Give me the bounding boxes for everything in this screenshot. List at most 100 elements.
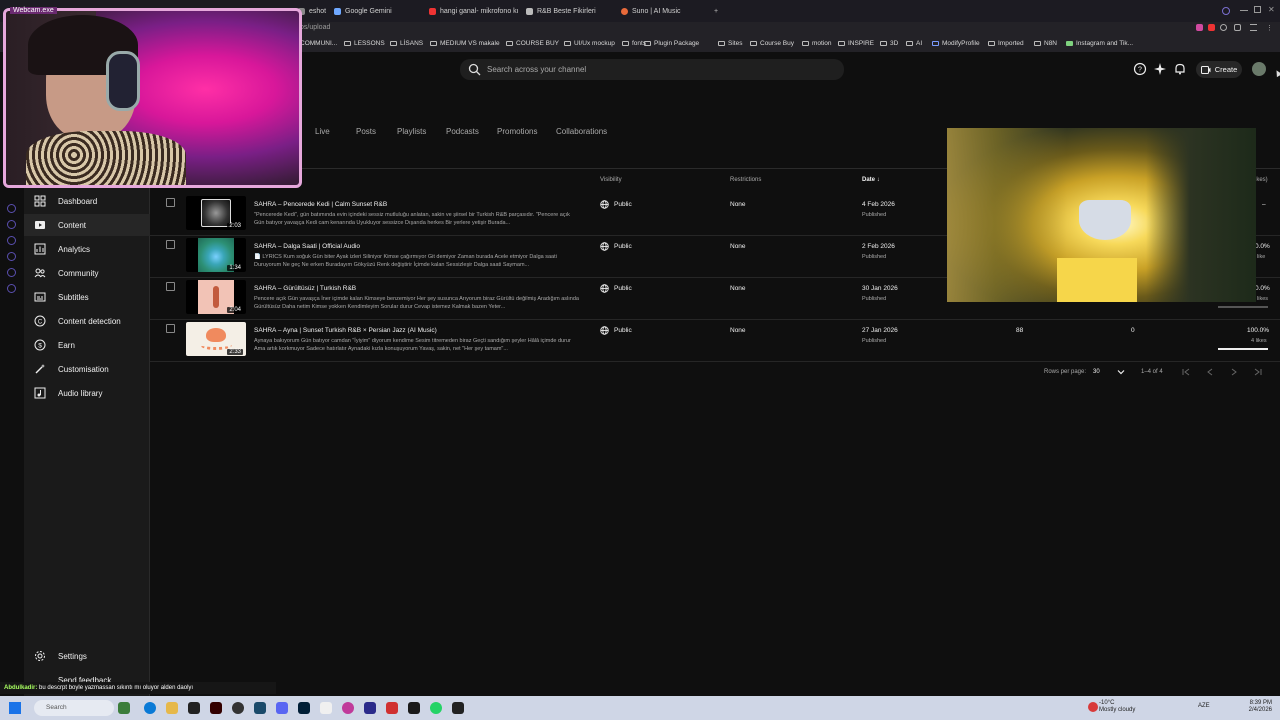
column-header-visibility[interactable]: Visibility (600, 177, 622, 183)
taskbar-app-icon[interactable] (320, 702, 332, 714)
previous-page-icon[interactable] (1205, 367, 1215, 377)
notifications-bell-icon[interactable] (1173, 62, 1187, 76)
extension-icon[interactable] (1208, 24, 1215, 31)
video-thumbnail[interactable]: 1:34 (186, 238, 246, 272)
taskbar-app-icon[interactable] (364, 702, 376, 714)
sidebar-item-subtitles[interactable]: Subtitles (24, 286, 150, 308)
last-page-icon[interactable] (1253, 367, 1263, 377)
bookmark-item[interactable]: AI (906, 40, 922, 47)
edge-browser-icon[interactable] (144, 702, 156, 714)
create-button[interactable]: Create (1196, 61, 1242, 78)
sidebar-item-earn[interactable]: $ Earn (24, 334, 150, 356)
account-avatar[interactable] (1252, 62, 1266, 76)
rail-icon[interactable] (7, 284, 16, 293)
visibility-cell[interactable]: Public (600, 242, 632, 251)
column-header-likes[interactable]: ikes) (1255, 177, 1268, 183)
video-thumbnail[interactable]: 2:33 (186, 322, 246, 356)
search-icon[interactable] (468, 63, 481, 76)
search-tabs-icon[interactable] (1222, 7, 1230, 15)
bookmark-item[interactable]: UI/Ux mockup (564, 40, 615, 47)
sparkle-icon[interactable] (1153, 62, 1167, 76)
row-checkbox[interactable] (166, 240, 175, 249)
row-checkbox[interactable] (166, 282, 175, 291)
rail-icon[interactable] (7, 204, 16, 213)
next-page-icon[interactable] (1229, 367, 1239, 377)
rows-per-page-select[interactable]: 30 (1093, 369, 1100, 375)
sidebar-item-community[interactable]: Community (24, 262, 150, 284)
sidebar-item-content[interactable]: Content (24, 214, 150, 236)
maximize-icon[interactable] (1254, 6, 1261, 13)
whatsapp-icon[interactable] (430, 702, 442, 714)
visibility-cell[interactable]: Public (600, 284, 632, 293)
bookmark-item[interactable]: 3D (880, 40, 898, 47)
minimize-icon[interactable] (1240, 10, 1248, 11)
column-header-date[interactable]: Date ↓ (862, 177, 880, 183)
tab-collaborations[interactable]: Collaborations (556, 127, 607, 136)
video-title[interactable]: SAHRA – Ayna | Sunset Turkish R&B × Pers… (254, 327, 437, 334)
more-icon[interactable]: ⋮ (1266, 24, 1273, 32)
extension-icon[interactable] (1234, 24, 1241, 31)
sidebar-item-audio-library[interactable]: Audio library (24, 382, 150, 404)
bookmark-item[interactable]: COURSE BUY (506, 40, 559, 47)
tab-promotions[interactable]: Promotions (497, 127, 537, 136)
bookmark-item[interactable]: Imported (988, 40, 1024, 47)
video-title[interactable]: SAHRA – Pencerede Kedi | Calm Sunset R&B (254, 201, 387, 208)
rail-icon[interactable] (7, 268, 16, 277)
bookmark-item[interactable]: fonts (622, 40, 646, 47)
close-icon[interactable]: ✕ (1268, 5, 1275, 14)
rail-icon[interactable] (7, 252, 16, 261)
chevron-down-icon[interactable] (1116, 367, 1126, 377)
taskbar-app-icon[interactable] (188, 702, 200, 714)
column-header-restrictions[interactable]: Restrictions (730, 177, 761, 183)
row-checkbox[interactable] (166, 324, 175, 333)
obs-studio-icon[interactable] (342, 702, 354, 714)
extension-icon[interactable] (1220, 24, 1227, 31)
taskbar-app-icon[interactable] (232, 702, 244, 714)
visibility-cell[interactable]: Public (600, 326, 632, 335)
video-title[interactable]: SAHRA – Gürültüsüz | Turkish R&B (254, 285, 356, 292)
sidebar-item-customisation[interactable]: Customisation (24, 358, 150, 380)
first-page-icon[interactable] (1181, 367, 1191, 377)
taskbar-app-icon[interactable] (408, 702, 420, 714)
taskbar-app-icon[interactable] (452, 702, 464, 714)
rail-icon[interactable] (7, 220, 16, 229)
browser-tab[interactable]: Google Gemini (334, 4, 392, 18)
bookmark-item[interactable]: N8N (1034, 40, 1057, 47)
taskbar-clock[interactable]: 8:39 PM 2/4/2026 (1240, 700, 1272, 714)
bookmark-item[interactable]: Instagram and Tik... (1066, 40, 1133, 47)
weather-widget[interactable]: -10°C Mostly cloudy (1099, 700, 1135, 714)
windows-start-icon[interactable] (9, 702, 21, 714)
bookmark-item[interactable]: ModifyProfile (932, 40, 980, 47)
video-title[interactable]: SAHRA – Dalga Saati | Official Audio (254, 243, 360, 250)
file-explorer-icon[interactable] (166, 702, 178, 714)
tab-posts[interactable]: Posts (356, 127, 376, 136)
bookmark-item[interactable]: Plugin Package (644, 40, 699, 47)
bookmark-item[interactable]: Sites (718, 40, 742, 47)
help-icon[interactable]: ? (1133, 62, 1147, 76)
discord-icon[interactable] (276, 702, 288, 714)
browser-tab[interactable]: hangi ganal- mikrofono kı (429, 4, 519, 18)
tab-podcasts[interactable]: Podcasts (446, 127, 479, 136)
bookmark-item[interactable]: Course Buy (750, 40, 794, 47)
rail-icon[interactable] (7, 236, 16, 245)
taskbar-app-icon[interactable] (386, 702, 398, 714)
taskbar-search[interactable]: Search (34, 700, 114, 716)
menu-icon[interactable] (1250, 24, 1257, 31)
browser-tab[interactable]: eshot (298, 4, 326, 18)
sidebar-item-dashboard[interactable]: Dashboard (24, 190, 150, 212)
bookmark-item[interactable]: motion (802, 40, 832, 47)
bookmark-item[interactable]: LESSONS (344, 40, 385, 47)
tab-playlists[interactable]: Playlists (397, 127, 426, 136)
sidebar-item-content-detection[interactable]: C Content detection (24, 310, 150, 332)
bookmark-item[interactable]: INSPIRE (838, 40, 874, 47)
bookmark-item[interactable]: COMMUNI... (300, 40, 337, 47)
tab-live[interactable]: Live (315, 127, 330, 136)
language-indicator[interactable]: AZE (1198, 703, 1210, 709)
sidebar-item-analytics[interactable]: Analytics (24, 238, 150, 260)
bookmark-item[interactable]: LİSANS (390, 40, 423, 47)
row-checkbox[interactable] (166, 198, 175, 207)
taskbar-app-icon[interactable] (254, 702, 266, 714)
browser-tab[interactable]: Suno | AI Music (621, 4, 681, 18)
sidebar-item-settings[interactable]: Settings (24, 645, 150, 667)
new-tab-button[interactable]: + (714, 4, 718, 18)
